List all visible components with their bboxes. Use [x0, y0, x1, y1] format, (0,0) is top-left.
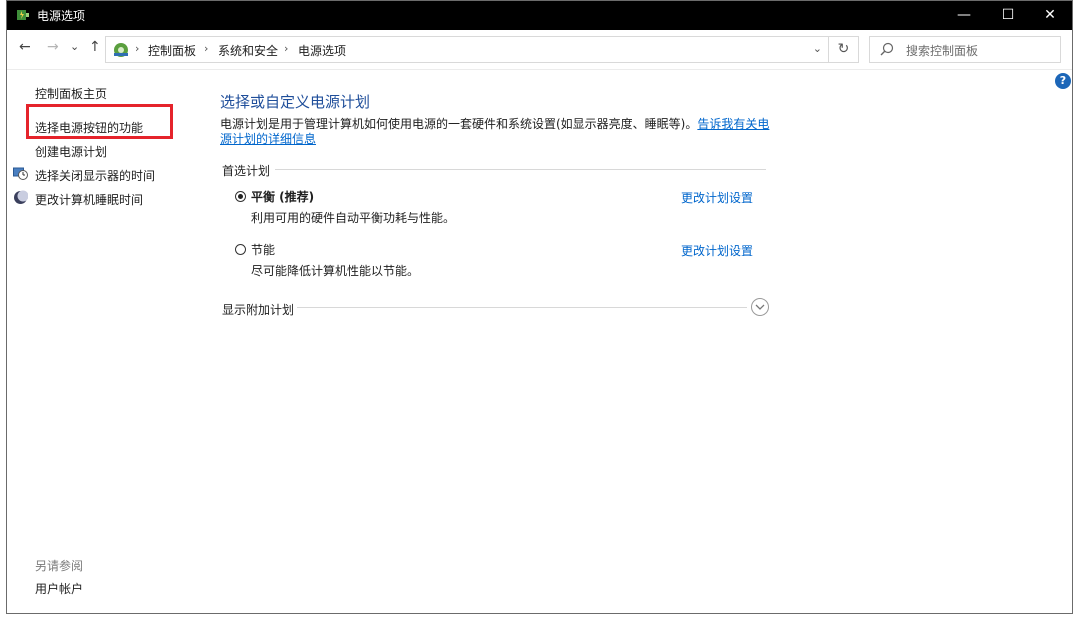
preferred-plans-label: 首选计划	[222, 164, 271, 178]
sidebar-item-control-panel-home[interactable]: 控制面板主页	[35, 85, 107, 102]
sidebar-item-power-button-function[interactable]: 选择电源按钮的功能	[35, 119, 143, 136]
close-button[interactable]: ✕	[1029, 1, 1071, 30]
plan-balanced-name[interactable]: 平衡 (推荐)	[251, 188, 314, 205]
address-dropdown-chevron-icon[interactable]: ⌄	[813, 42, 822, 55]
power-options-window: 电源选项 — ☐ ✕ ← → ⌄ ↑ › 控制面板 › 系统和安全 › 电源选项…	[6, 0, 1073, 614]
plan-power-saver-change-settings-link[interactable]: 更改计划设置	[681, 242, 753, 259]
chevron-down-icon	[755, 304, 765, 310]
refresh-icon[interactable]: ↻	[829, 36, 859, 63]
breadcrumb-separator: ›	[135, 42, 140, 55]
page-description: 电源计划是用于管理计算机如何使用电源的一套硬件和系统设置(如显示器亮度、睡眠等)…	[220, 117, 775, 147]
breadcrumb-power-options[interactable]: 电源选项	[298, 42, 346, 59]
show-additional-plans-label[interactable]: 显示附加计划	[222, 301, 294, 318]
additional-plans-divider	[297, 307, 747, 308]
plan-balanced-radio[interactable]	[235, 191, 246, 202]
sidebar-item-sleep-time[interactable]: 更改计算机睡眠时间	[35, 191, 143, 208]
expand-chevron-icon[interactable]	[751, 298, 769, 316]
sidebar-item-display-off-time[interactable]: 选择关闭显示器的时间	[35, 167, 155, 184]
see-also-heading: 另请参阅	[35, 559, 84, 573]
up-arrow-icon[interactable]: ↑	[89, 39, 101, 55]
address-bar: ← → ⌄ ↑ › 控制面板 › 系统和安全 › 电源选项 ⌄ ↻ 搜索控制面板	[7, 30, 1072, 70]
monitor-clock-icon	[13, 167, 28, 180]
plan-power-saver-radio[interactable]	[235, 244, 246, 255]
breadcrumb-separator: ›	[204, 42, 209, 55]
preferred-plans-divider	[275, 169, 766, 170]
window-title: 电源选项	[37, 9, 86, 23]
search-placeholder: 搜索控制面板	[906, 44, 979, 58]
plan-balanced-change-settings-link[interactable]: 更改计划设置	[681, 189, 753, 206]
breadcrumb-system-security[interactable]: 系统和安全	[218, 42, 278, 59]
back-arrow-icon[interactable]: ←	[19, 39, 31, 55]
moon-sleep-icon	[14, 190, 28, 204]
search-icon	[880, 42, 894, 56]
plan-power-saver-description: 尽可能降低计算机性能以节能。	[251, 264, 420, 278]
help-icon[interactable]: ?	[1055, 73, 1071, 89]
plan-power-saver-name[interactable]: 节能	[251, 241, 275, 258]
sidebar-item-create-power-plan[interactable]: 创建电源计划	[35, 143, 107, 160]
forward-arrow-icon[interactable]: →	[47, 39, 59, 55]
minimize-button[interactable]: —	[943, 1, 985, 30]
breadcrumb-separator: ›	[284, 42, 289, 55]
radio-selected-dot	[238, 194, 243, 199]
address-field[interactable]: › 控制面板 › 系统和安全 › 电源选项 ⌄	[105, 36, 829, 63]
recent-locations-chevron-icon[interactable]: ⌄	[70, 40, 79, 53]
breadcrumb-control-panel[interactable]: 控制面板	[148, 42, 196, 59]
sidebar-item-user-accounts[interactable]: 用户帐户	[35, 580, 83, 597]
title-bar[interactable]: 电源选项 — ☐ ✕	[7, 1, 1072, 30]
plan-balanced-description: 利用可用的硬件自动平衡功耗与性能。	[251, 211, 456, 225]
power-options-app-icon	[17, 10, 29, 20]
control-panel-icon	[114, 43, 128, 57]
maximize-button[interactable]: ☐	[987, 1, 1029, 30]
search-input[interactable]: 搜索控制面板	[869, 36, 1061, 63]
description-text: 电源计划是用于管理计算机如何使用电源的一套硬件和系统设置(如显示器亮度、睡眠等)…	[220, 117, 698, 131]
page-title: 选择或自定义电源计划	[220, 93, 371, 111]
